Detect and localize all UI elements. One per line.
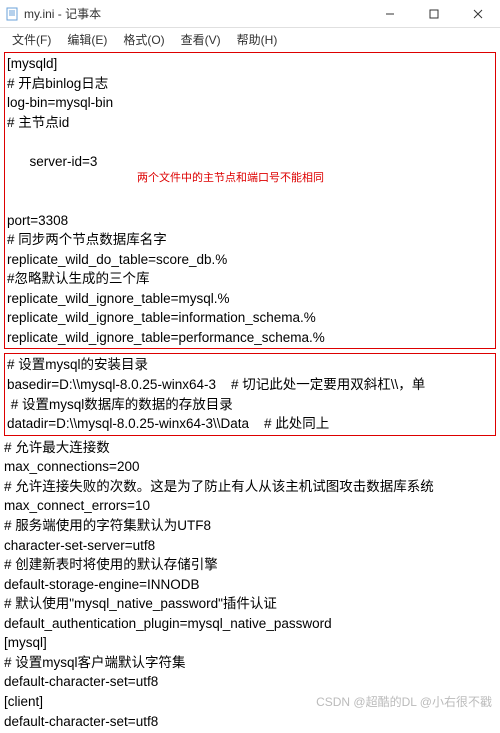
text-line: port=3308 <box>7 211 493 231</box>
text-line: # 主节点id <box>7 113 493 133</box>
text-line: # 设置mysql数据库的数据的存放目录 <box>7 395 493 415</box>
window-title: my.ini - 记事本 <box>24 5 101 22</box>
text-line: # 创建新表时将使用的默认存储引擎 <box>4 555 496 575</box>
text-line: # 同步两个节点数据库名字 <box>7 230 493 250</box>
text-line: replicate_wild_do_table=score_db.% <box>7 250 493 270</box>
highlight-box-2: # 设置mysql的安装目录 basedir=D:\\mysql-8.0.25-… <box>4 353 496 435</box>
text-line: [mysql] <box>4 633 496 653</box>
text-line: [mysqld] <box>7 54 493 74</box>
text-line: replicate_wild_ignore_table=performance_… <box>7 328 493 348</box>
text-line: default-storage-engine=INNODB <box>4 575 496 595</box>
text-line: max_connections=200 <box>4 457 496 477</box>
text-line: default_authentication_plugin=mysql_nati… <box>4 614 496 634</box>
text-line: # 允许连接失败的次数。这是为了防止有人从该主机试图攻击数据库系统 <box>4 477 496 497</box>
text-line: # 开启binlog日志 <box>7 74 493 94</box>
text-line: character-set-server=utf8 <box>4 536 496 556</box>
text-line: log-bin=mysql-bin <box>7 93 493 113</box>
text-line: default-character-set=utf8 <box>4 672 496 692</box>
text-line: server-id=3 两个文件中的主节点和端口号不能相同 <box>7 132 493 210</box>
editor-content[interactable]: [mysqld] # 开启binlog日志 log-bin=mysql-bin … <box>0 50 500 733</box>
text-line: # 默认使用"mysql_native_password"插件认证 <box>4 594 496 614</box>
window-buttons <box>368 0 500 28</box>
text-line: server-id=3 <box>30 154 98 169</box>
text-line: basedir=D:\\mysql-8.0.25-winx64-3 # 切记此处… <box>7 375 493 395</box>
text-line: # 设置mysql客户端默认字符集 <box>4 653 496 673</box>
close-button[interactable] <box>456 0 500 28</box>
maximize-button[interactable] <box>412 0 456 28</box>
text-line: datadir=D:\\mysql-8.0.25-winx64-3\\Data … <box>7 414 493 434</box>
menubar: 文件(F) 编辑(E) 格式(O) 查看(V) 帮助(H) <box>0 28 500 50</box>
text-line: # 允许最大连接数 <box>4 438 496 458</box>
menu-edit[interactable]: 编辑(E) <box>59 31 115 48</box>
text-line: replicate_wild_ignore_table=information_… <box>7 308 493 328</box>
text-line: default-character-set=utf8 <box>4 712 496 732</box>
highlight-box-1: [mysqld] # 开启binlog日志 log-bin=mysql-bin … <box>4 52 496 349</box>
watermark: CSDN @超酷的DL @小右很不戳 <box>316 693 492 710</box>
menu-format[interactable]: 格式(O) <box>115 31 172 48</box>
menu-view[interactable]: 查看(V) <box>173 31 229 48</box>
text-line: # 设置mysql的安装目录 <box>7 355 493 375</box>
menu-help[interactable]: 帮助(H) <box>229 31 286 48</box>
text-line: replicate_wild_ignore_table=mysql.% <box>7 289 493 309</box>
notepad-icon <box>4 6 20 22</box>
text-line: max_connect_errors=10 <box>4 496 496 516</box>
text-line: #忽略默认生成的三个库 <box>7 269 493 289</box>
text-line: # 服务端使用的字符集默认为UTF8 <box>4 516 496 536</box>
minimize-button[interactable] <box>368 0 412 28</box>
menu-file[interactable]: 文件(F) <box>4 31 59 48</box>
titlebar: my.ini - 记事本 <box>0 0 500 28</box>
annotation-note: 两个文件中的主节点和端口号不能相同 <box>137 171 324 187</box>
